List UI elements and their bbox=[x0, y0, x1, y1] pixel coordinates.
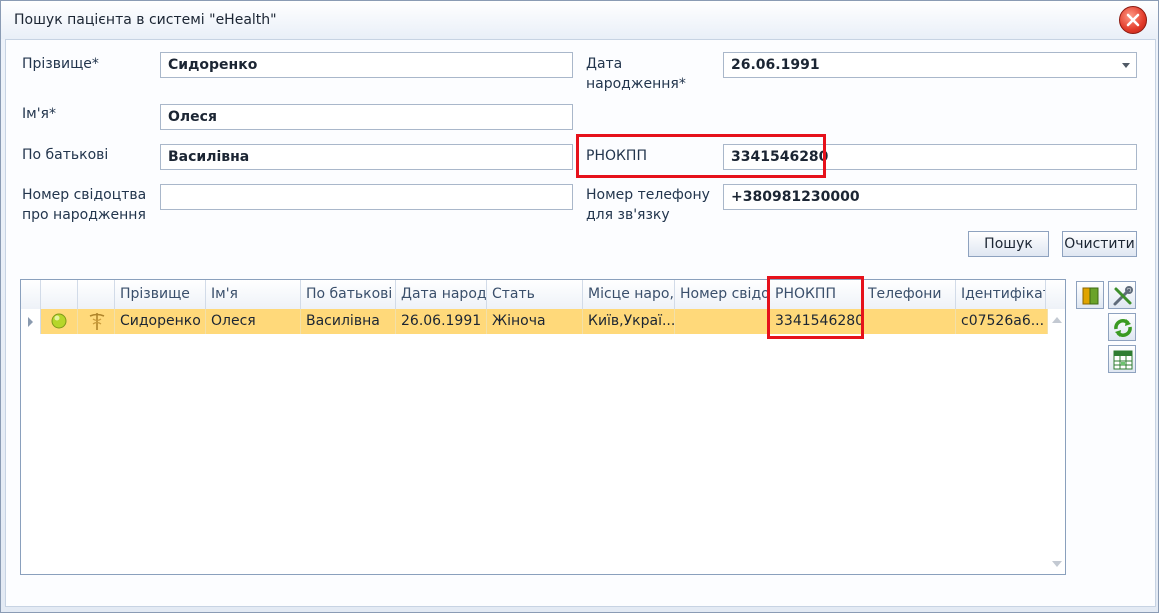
birthdate-value: 26.06.1991 bbox=[731, 57, 820, 73]
search-patient-dialog: Пошук пацієнта в системі "eHealth" Прізв… bbox=[0, 0, 1159, 613]
birthdate-label: Дата народження* bbox=[586, 56, 686, 92]
clear-button[interactable]: Очистити bbox=[1062, 231, 1137, 257]
cell-certificate-number bbox=[675, 309, 770, 334]
header-indicator-column bbox=[21, 280, 41, 309]
header-icon-column bbox=[78, 280, 115, 309]
title-bar: Пошук пацієнта в системі "eHealth" bbox=[1, 1, 1158, 39]
tools-icon bbox=[1113, 286, 1133, 306]
window-title: Пошук пацієнта в системі "eHealth" bbox=[14, 12, 277, 28]
header-name[interactable]: Ім'я bbox=[206, 280, 301, 309]
search-button[interactable]: Пошук bbox=[968, 231, 1049, 257]
scroll-down-icon[interactable] bbox=[1052, 561, 1062, 567]
header-birthdate[interactable]: Дата народж bbox=[396, 280, 487, 309]
birthdate-dropdown[interactable]: 26.06.1991 bbox=[723, 52, 1137, 78]
header-patronymic[interactable]: По батькові bbox=[301, 280, 396, 309]
caduceus-icon bbox=[89, 313, 105, 330]
header-phones[interactable]: Телефони bbox=[863, 280, 956, 309]
phone-input[interactable]: +380981230000 bbox=[723, 184, 1137, 210]
book-icon bbox=[1082, 287, 1099, 305]
dropdown-arrow-icon[interactable] bbox=[1122, 63, 1130, 68]
cell-identifier: c07526a6... bbox=[956, 309, 1048, 334]
header-identifier[interactable]: Ідентифікат bbox=[956, 280, 1046, 309]
row-status bbox=[41, 309, 78, 334]
cell-birthplace: Київ,Украї... bbox=[583, 309, 675, 334]
excel-export-icon bbox=[1113, 350, 1133, 370]
cell-surname: Сидоренко bbox=[115, 309, 206, 334]
birth-certificate-label: Номер свідоцтва про народження bbox=[22, 187, 147, 223]
vertical-scrollbar[interactable] bbox=[1048, 309, 1065, 574]
tools-button[interactable] bbox=[1108, 281, 1136, 309]
results-grid: Прізвище Ім'я По батькові Дата народж Ст… bbox=[20, 279, 1066, 575]
close-button[interactable] bbox=[1119, 6, 1147, 34]
patronymic-label: По батькові bbox=[22, 147, 109, 163]
excel-export-button[interactable] bbox=[1108, 345, 1136, 373]
cell-name: Олеся bbox=[206, 309, 301, 334]
header-status-column bbox=[41, 280, 78, 309]
table-row[interactable]: Сидоренко Олеся Василівна 26.06.1991 Жін… bbox=[21, 309, 1048, 334]
row-indicator bbox=[21, 309, 41, 334]
row-pointer-icon bbox=[28, 317, 33, 327]
phone-label: Номер телефону для зв'язку bbox=[586, 187, 710, 223]
header-certificate-number[interactable]: Номер свідо bbox=[675, 280, 770, 309]
rnokpp-field-highlight bbox=[576, 134, 826, 178]
scroll-up-icon[interactable] bbox=[1052, 317, 1062, 323]
surname-label: Прізвище* bbox=[22, 56, 99, 72]
cell-patronymic: Василівна bbox=[301, 309, 396, 334]
patronymic-input[interactable]: Василівна bbox=[160, 144, 573, 170]
status-dot-icon bbox=[51, 313, 67, 329]
name-label: Ім'я* bbox=[22, 106, 56, 122]
cell-birthdate: 26.06.1991 bbox=[396, 309, 487, 334]
book-button[interactable] bbox=[1076, 281, 1104, 309]
rnokpp-column-highlight bbox=[767, 276, 864, 339]
row-type bbox=[78, 309, 115, 334]
cell-gender: Жіноча bbox=[487, 309, 583, 334]
header-surname[interactable]: Прізвище bbox=[115, 280, 206, 309]
header-birthplace[interactable]: Місце наро, bbox=[583, 280, 675, 309]
close-icon bbox=[1126, 13, 1140, 27]
birth-certificate-input[interactable] bbox=[160, 184, 573, 210]
header-gender[interactable]: Стать bbox=[487, 280, 583, 309]
grid-header: Прізвище Ім'я По батькові Дата народж Ст… bbox=[21, 280, 1065, 310]
refresh-icon bbox=[1114, 319, 1132, 337]
cell-phones bbox=[863, 309, 956, 334]
refresh-button[interactable] bbox=[1108, 313, 1136, 341]
name-input[interactable]: Олеся bbox=[160, 104, 573, 130]
surname-input[interactable]: Сидоренко bbox=[160, 52, 573, 78]
